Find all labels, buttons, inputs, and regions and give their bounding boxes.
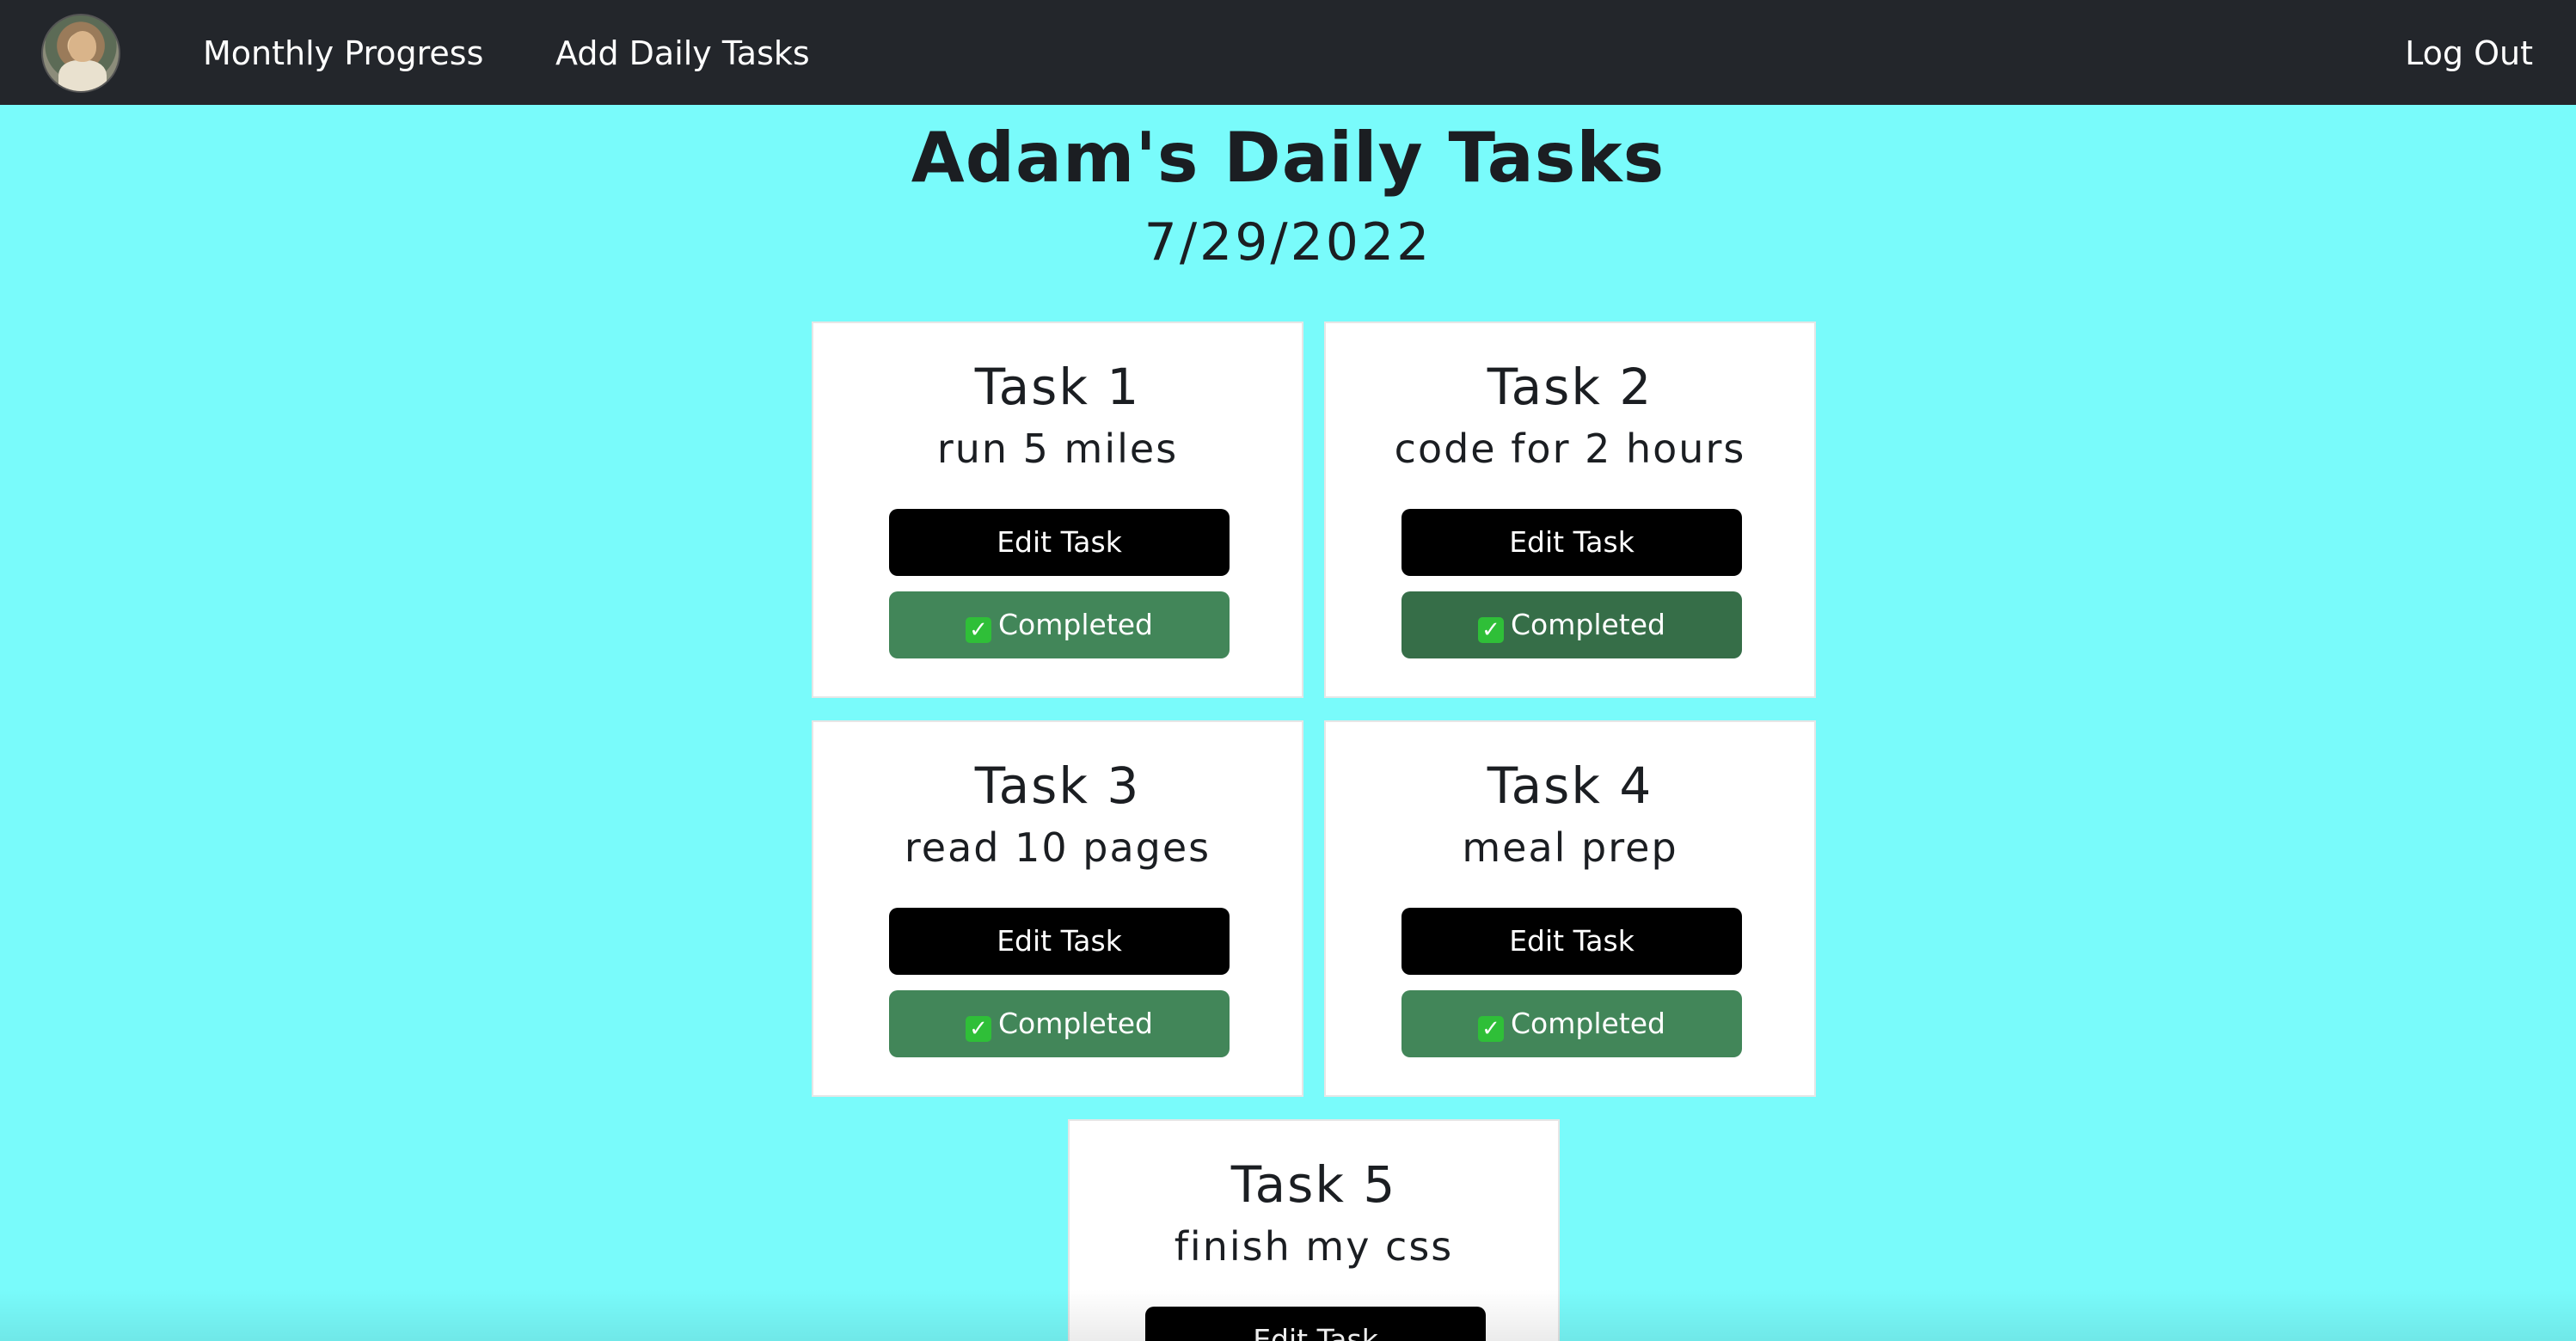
- page-title: Adam's Daily Tasks: [911, 118, 1665, 198]
- check-mark-icon: ✓: [1478, 617, 1504, 643]
- edit-task-button[interactable]: Edit Task: [889, 509, 1230, 576]
- nav-link-add-daily-tasks[interactable]: Add Daily Tasks: [555, 33, 810, 74]
- completed-button[interactable]: ✓ Completed: [889, 990, 1230, 1057]
- completed-label: Completed: [998, 608, 1153, 641]
- task-card: Task 2 code for 2 hours Edit Task ✓ Compl…: [1324, 321, 1816, 698]
- avatar-head: [69, 31, 96, 62]
- completed-label: Completed: [1511, 1007, 1665, 1040]
- task-card: Task 1 run 5 miles Edit Task ✓ Completed: [812, 321, 1303, 698]
- logout-link[interactable]: Log Out: [2405, 33, 2533, 74]
- task-title: Task 5: [1230, 1155, 1397, 1214]
- task-title: Task 4: [1487, 756, 1653, 815]
- edit-task-button[interactable]: Edit Task: [889, 908, 1230, 975]
- check-mark-icon: ✓: [1478, 1016, 1504, 1042]
- top-navbar: Monthly Progress Add Daily Tasks Log Out: [0, 0, 2576, 105]
- task-description: code for 2 hours: [1394, 426, 1746, 472]
- edit-task-button[interactable]: Edit Task: [1401, 908, 1742, 975]
- task-card: Task 4 meal prep Edit Task ✓ Completed: [1324, 720, 1816, 1097]
- task-description: run 5 miles: [936, 426, 1179, 472]
- edit-task-button[interactable]: Edit Task: [1401, 509, 1742, 576]
- check-mark-icon: ✓: [966, 1016, 991, 1042]
- task-card: Task 5 finish my css Edit Task: [1068, 1119, 1560, 1341]
- avatar[interactable]: [41, 14, 120, 93]
- completed-label: Completed: [998, 1007, 1153, 1040]
- completed-button[interactable]: ✓ Completed: [889, 591, 1230, 658]
- page-date: 7/29/2022: [1144, 212, 1432, 272]
- task-title: Task 2: [1487, 358, 1653, 416]
- task-title: Task 3: [974, 756, 1141, 815]
- completed-button[interactable]: ✓ Completed: [1401, 990, 1742, 1057]
- check-mark-icon: ✓: [966, 617, 991, 643]
- task-title: Task 1: [974, 358, 1141, 416]
- edit-task-button[interactable]: Edit Task: [1145, 1307, 1486, 1341]
- avatar-body: [58, 60, 107, 91]
- completed-button[interactable]: ✓ Completed: [1401, 591, 1742, 658]
- task-description: finish my css: [1174, 1223, 1454, 1270]
- completed-label: Completed: [1511, 608, 1665, 641]
- task-card: Task 3 read 10 pages Edit Task ✓ Complete…: [812, 720, 1303, 1097]
- nav-link-monthly-progress[interactable]: Monthly Progress: [203, 33, 483, 74]
- task-description: meal prep: [1462, 824, 1678, 871]
- task-description: read 10 pages: [904, 824, 1211, 871]
